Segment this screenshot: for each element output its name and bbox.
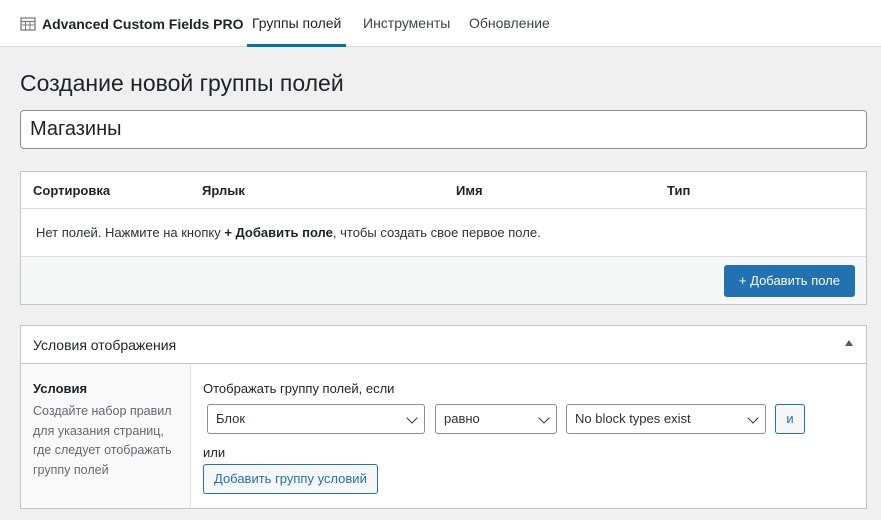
tab-tools[interactable]: Инструменты [363, 0, 450, 47]
page-title: Создание новой группы полей [20, 70, 344, 96]
rules-heading: Условия [33, 381, 88, 396]
location-rules-panel: Условия отображения Условия Создайте наб… [20, 325, 867, 509]
chevron-down-icon [747, 412, 759, 424]
brand-name: Advanced Custom Fields PRO [42, 16, 244, 32]
column-label: Ярлык [202, 183, 245, 198]
chevron-down-icon [538, 412, 550, 424]
tab-updates[interactable]: Обновление [469, 0, 550, 47]
group-title-input[interactable] [20, 110, 867, 149]
column-type: Тип [667, 183, 691, 198]
fields-panel: Сортировка Ярлык Имя Тип Нет полей. Нажм… [20, 171, 867, 305]
rule-param-select[interactable]: Блок [207, 404, 425, 434]
location-sidebar: Условия Создайте набор правил для указан… [21, 364, 191, 508]
table-grid-icon [20, 16, 36, 32]
rules-description: Создайте набор правил для указания стран… [33, 404, 172, 477]
location-panel-title: Условия отображения [33, 337, 177, 353]
chevron-down-icon [406, 412, 418, 424]
brand: Advanced Custom Fields PRO [20, 15, 243, 33]
rule-value-select[interactable]: No block types exist [566, 404, 766, 434]
or-label: или [203, 445, 226, 460]
column-name: Имя [456, 183, 483, 198]
triangle-up-icon[interactable] [845, 340, 853, 346]
add-and-rule-button[interactable]: и [775, 404, 805, 434]
fields-footer: + Добавить поле [21, 256, 866, 304]
tab-field-groups[interactable]: Группы полей [247, 0, 347, 47]
rule-operator-select[interactable]: равно [435, 404, 557, 434]
add-field-button[interactable]: + Добавить поле [723, 265, 855, 297]
rules-label: Отображать группу полей, если [203, 381, 395, 396]
top-navigation-bar: Advanced Custom Fields PRO Группы полей … [0, 0, 881, 47]
empty-fields-message: Нет полей. Нажмите на кнопку + Добавить … [36, 225, 541, 240]
location-panel-header[interactable]: Условия отображения [21, 326, 866, 364]
column-order: Сортировка [33, 183, 111, 198]
add-rule-group-button[interactable]: Добавить группу условий [203, 464, 378, 494]
fields-table-header: Сортировка Ярлык Имя Тип [21, 172, 866, 209]
